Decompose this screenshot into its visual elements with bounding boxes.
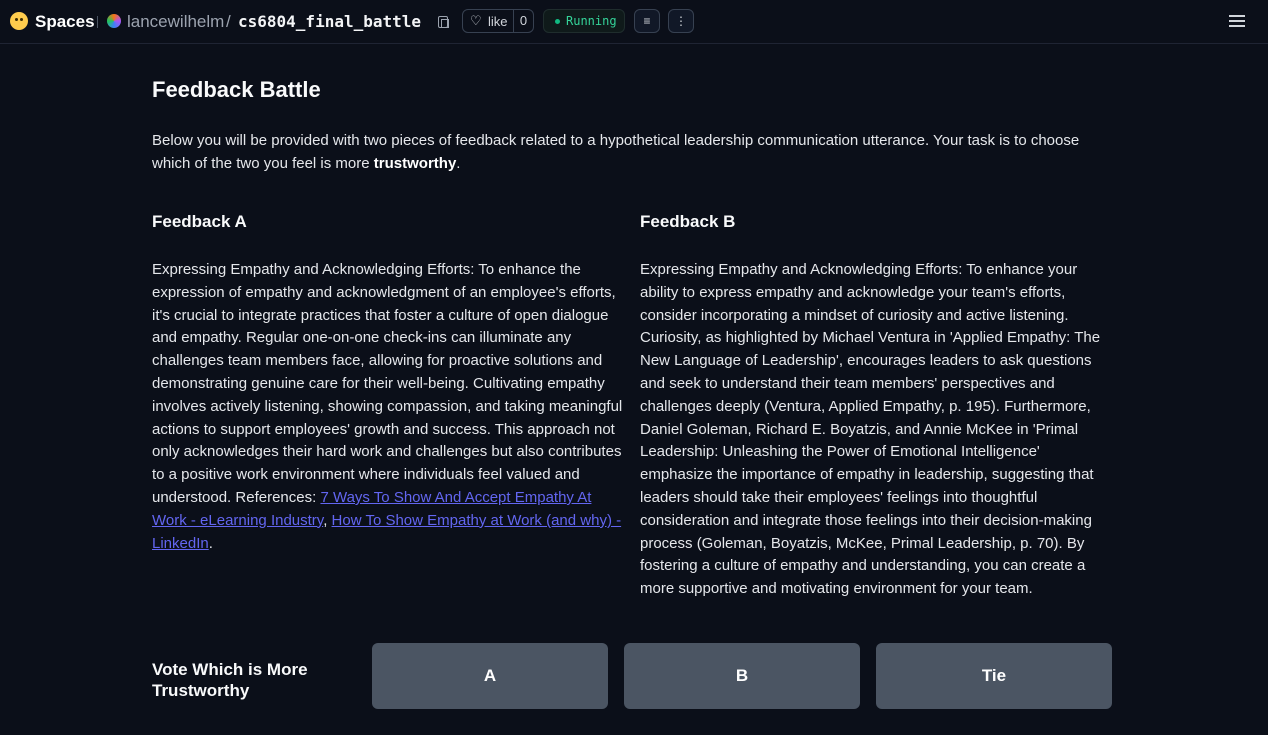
repo-link[interactable]: cs6804_final_battle xyxy=(238,12,421,31)
like-button[interactable]: ♡ like 0 xyxy=(462,9,534,33)
owner-link[interactable]: lancewilhelm xyxy=(127,12,224,32)
intro-body: Below you will be provided with two piec… xyxy=(152,132,1080,172)
huggingface-logo-icon[interactable] xyxy=(10,12,28,30)
copy-icon[interactable] xyxy=(438,16,449,28)
feedback-b-heading: Feedback B xyxy=(640,212,736,231)
page-title: Feedback Battle xyxy=(152,77,321,102)
references-end: . xyxy=(208,534,213,552)
feedback-b-body: Expressing Empathy and Acknowledging Eff… xyxy=(640,261,1101,598)
intro-end: . xyxy=(456,155,461,172)
more-options-button[interactable]: ⋮ xyxy=(668,9,694,33)
references-label: References: xyxy=(235,488,321,506)
spaces-link[interactable]: Spaces xyxy=(35,12,95,32)
feedback-a-text: Expressing Empathy and Acknowledging Eff… xyxy=(152,261,623,506)
like-count: 0 xyxy=(513,10,533,32)
heart-icon: ♡ xyxy=(470,13,482,28)
divider xyxy=(97,16,98,28)
vote-a-button[interactable]: A xyxy=(372,643,608,709)
feedback-b-column: Feedback B Expressing Empathy and Acknow… xyxy=(640,212,1114,601)
feedback-a-heading: Feedback A xyxy=(152,212,247,231)
feedback-a-body: Expressing Empathy and Acknowledging Eff… xyxy=(152,259,626,555)
references-separator: , xyxy=(323,511,332,529)
vote-tie-button[interactable]: Tie xyxy=(876,643,1112,709)
path-separator: / xyxy=(226,12,231,31)
status-badge[interactable]: Running xyxy=(543,9,625,33)
feedback-a-column: Feedback A Expressing Empathy and Acknow… xyxy=(152,212,626,555)
kebab-menu-icon: ⋮ xyxy=(675,14,687,28)
hamburger-menu-icon[interactable] xyxy=(1229,15,1245,27)
intro-emphasis: trustworthy xyxy=(373,155,457,172)
intro-text: Below you will be provided with two piec… xyxy=(152,129,1112,175)
vote-label: Vote Which is More Trustworthy xyxy=(152,660,308,700)
list-icon: ≡ xyxy=(643,14,651,28)
top-bar: Spaces lancewilhelm / cs6804_final_battl… xyxy=(0,0,1268,44)
logs-button[interactable]: ≡ xyxy=(634,9,660,33)
vote-b-button[interactable]: B xyxy=(624,643,860,709)
status-label: Running xyxy=(566,14,617,28)
like-label: like xyxy=(488,13,508,29)
status-dot-icon xyxy=(555,18,560,24)
owner-avatar xyxy=(107,14,121,28)
